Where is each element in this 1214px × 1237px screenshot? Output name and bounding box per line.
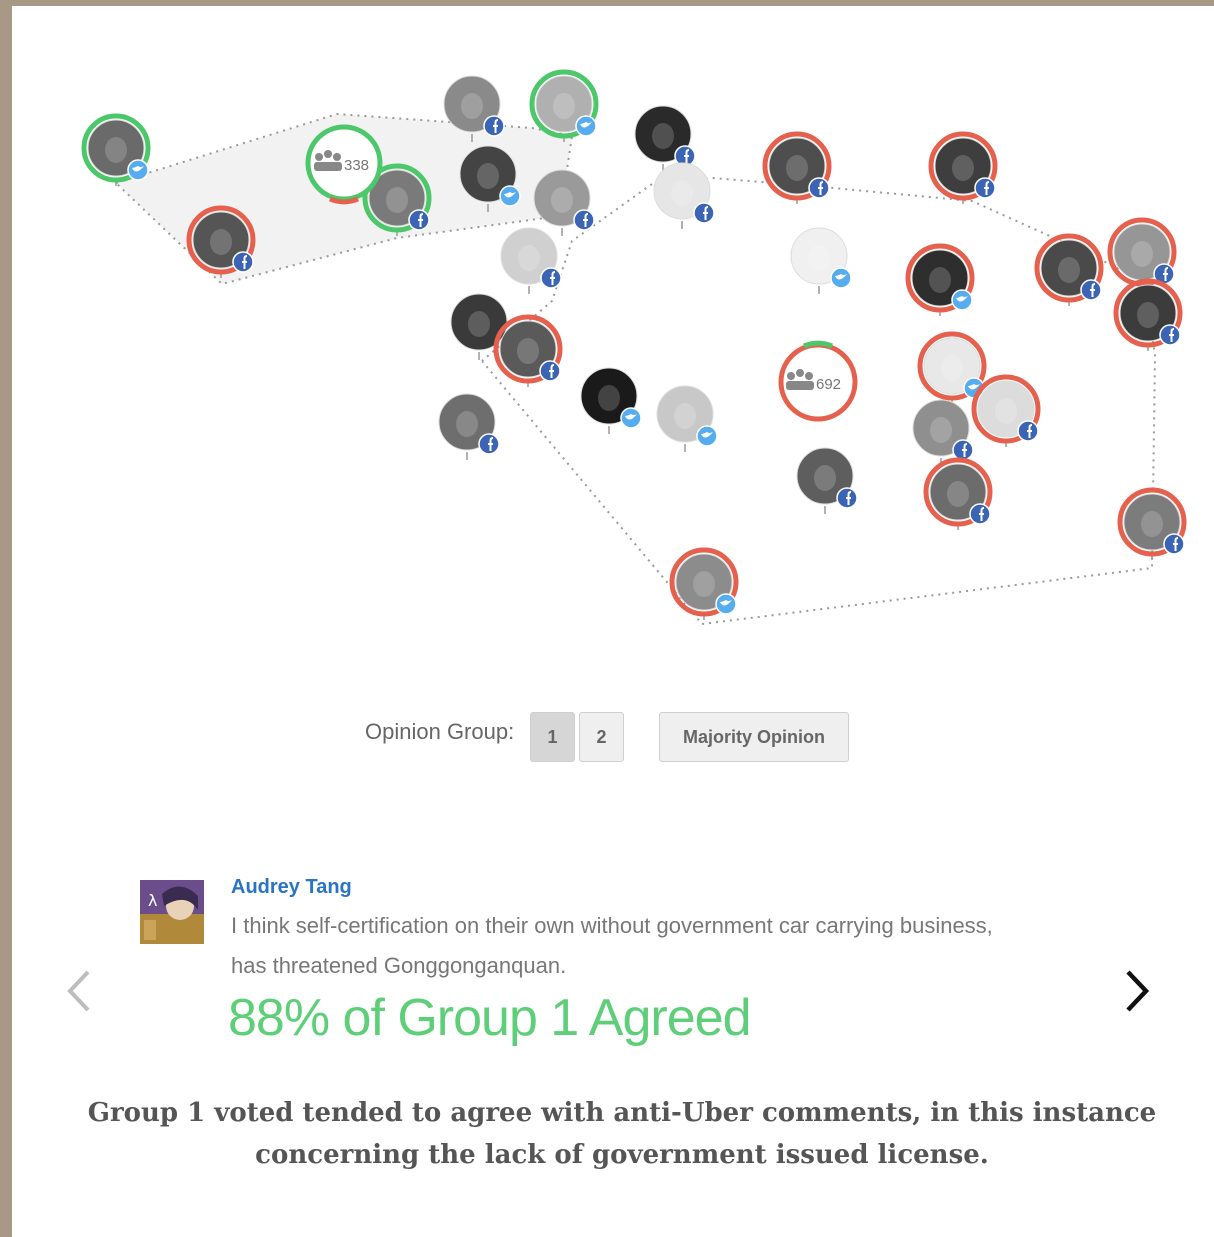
participant-avatar[interactable] [500,227,562,294]
author-avatar[interactable]: λ [140,880,204,944]
facebook-icon [974,177,996,199]
facebook-icon [1163,533,1185,555]
participant-avatar[interactable] [971,374,1041,447]
participant-avatar[interactable] [796,447,858,514]
participant-avatar[interactable] [493,314,563,387]
facebook-icon [808,177,830,199]
facebook-icon [573,209,595,231]
group-2-button[interactable]: 2 [579,712,624,762]
participant-avatar[interactable] [580,367,642,434]
twitter-icon [499,185,521,207]
twitter-icon [830,267,852,289]
facebook-icon [540,267,562,289]
participant-avatar[interactable] [762,131,832,204]
facebook-icon [478,433,500,455]
twitter-icon [575,115,597,137]
twitter-icon [127,159,149,181]
facebook-icon [952,439,974,461]
comment-text: I think self-certification on their own … [231,913,993,978]
facebook-icon [693,202,715,224]
participant-avatar[interactable] [634,105,696,172]
participant-avatar[interactable] [450,293,508,360]
facebook-icon [408,209,430,231]
opinion-map: 338 692 [81,69,1187,626]
page-frame: 338 692 Opinion Group: 1 2 Majority Opin… [12,6,1214,1237]
comment-card: λ Audrey Tang I think self-certification… [12,866,1214,1076]
group-1-cluster[interactable]: 338 [305,124,383,205]
group-2-count: 692 [816,376,841,393]
twitter-icon [951,289,973,311]
chevron-left-icon[interactable] [64,966,94,1016]
twitter-icon [620,407,642,429]
group-2-cluster[interactable]: 692 [778,340,858,422]
group-1-count: 338 [344,157,369,174]
facebook-icon [1017,420,1039,442]
facebook-icon [539,360,561,382]
participant-avatar[interactable] [669,547,739,620]
participant-avatar[interactable] [81,113,151,186]
caption-text: Group 1 voted tended to agree with anti-… [87,1098,1157,1170]
facebook-icon [1080,279,1102,301]
participant-avatar[interactable] [912,399,974,466]
facebook-icon [836,487,858,509]
twitter-icon [715,593,737,615]
participant-avatar[interactable] [1034,233,1104,306]
svg-text:λ: λ [148,891,157,910]
participant-avatar[interactable] [923,457,993,530]
participant-avatar[interactable] [653,162,715,229]
opinion-group-controls: Opinion Group: 1 2 Majority Opinion [12,706,1214,766]
participant-avatar[interactable] [186,205,256,278]
participant-avatar[interactable] [1117,487,1187,560]
group-1-button[interactable]: 1 [530,712,575,762]
participant-avatar[interactable] [1113,278,1183,351]
opinion-group-label: Opinion Group: [365,719,515,744]
participant-avatar[interactable] [928,131,998,204]
author-name-link[interactable]: Audrey Tang [231,876,352,899]
facebook-icon [969,503,991,525]
twitter-icon [696,425,718,447]
participant-avatar[interactable] [790,227,852,294]
participant-avatar[interactable] [438,393,500,460]
facebook-icon [232,251,254,273]
facebook-icon [1159,324,1181,346]
participant-avatar[interactable] [905,243,975,316]
participant-avatar[interactable] [533,169,595,236]
participant-avatar[interactable] [917,331,987,404]
agree-stat: 88% of Group 1 Agreed [228,989,751,1047]
chevron-right-icon[interactable] [1122,966,1152,1016]
majority-opinion-button[interactable]: Majority Opinion [659,712,849,762]
participant-avatar[interactable] [656,385,718,452]
facebook-icon [483,115,505,137]
